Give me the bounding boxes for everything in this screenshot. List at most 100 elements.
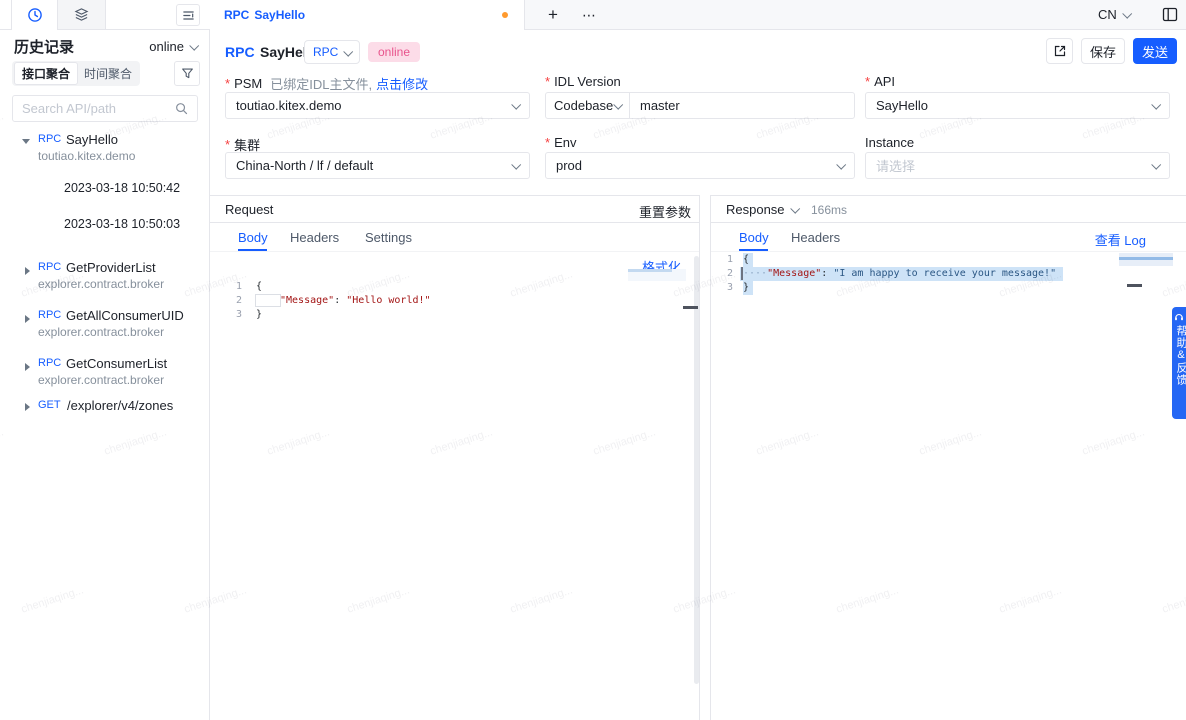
chevron-down-icon xyxy=(511,160,521,170)
tab-request-settings[interactable]: Settings xyxy=(365,230,412,245)
code-line[interactable]: ····"Message": "I am happy to receive yo… xyxy=(743,267,1056,281)
open-tab-rpc-sayhello[interactable]: RPC SayHello xyxy=(210,0,525,30)
item-name: GetConsumerList xyxy=(66,356,167,371)
send-button[interactable]: 发送 xyxy=(1133,38,1177,64)
segment-group-by-api[interactable]: 接口聚合 xyxy=(14,62,78,85)
split-layout-icon xyxy=(1162,7,1178,22)
active-tab-underline xyxy=(739,249,768,251)
editor-minimap[interactable] xyxy=(1119,253,1173,266)
api-select[interactable]: SayHello xyxy=(865,92,1170,119)
cluster-select[interactable]: China-North / lf / default xyxy=(225,152,530,179)
item-name: GetAllConsumerUID xyxy=(66,308,184,323)
request-type-select[interactable]: RPC xyxy=(304,40,360,64)
item-method: RPC xyxy=(38,261,61,273)
history-entry[interactable]: 2023-03-18 10:50:42 xyxy=(64,181,180,195)
env-select[interactable]: prod xyxy=(545,152,855,179)
env-value: prod xyxy=(556,158,831,173)
line-number: 2 xyxy=(210,294,242,308)
line-number: 3 xyxy=(711,281,733,295)
json-key: "Message" xyxy=(767,268,821,279)
search-input[interactable]: Search API/path xyxy=(12,95,198,122)
debug-share-button[interactable] xyxy=(1046,38,1073,64)
chevron-down-icon xyxy=(343,46,353,56)
line-number: 3 xyxy=(210,308,242,322)
filter-button[interactable] xyxy=(174,61,200,86)
required-mark: * xyxy=(545,74,550,89)
response-title-select[interactable]: Response xyxy=(726,202,798,217)
item-method: RPC xyxy=(38,133,61,145)
save-button[interactable]: 保存 xyxy=(1081,38,1125,64)
caret-right-icon[interactable] xyxy=(25,315,30,323)
list-item-zones[interactable]: GET /explorer/v4/zones xyxy=(0,398,210,416)
idl-version-label: IDL Version xyxy=(554,74,621,89)
layers-stack-icon xyxy=(74,7,89,22)
required-mark: * xyxy=(225,76,230,91)
tab-request-body[interactable]: Body xyxy=(238,230,268,245)
env-filter-select[interactable]: online xyxy=(149,39,197,54)
language-select[interactable]: CN xyxy=(1098,0,1130,29)
active-tab-underline xyxy=(238,249,267,251)
api-value: SayHello xyxy=(876,98,1146,113)
psm-label: PSM xyxy=(234,76,262,91)
editor-minimap[interactable] xyxy=(628,269,686,281)
caret-down-icon[interactable] xyxy=(22,139,30,144)
cluster-value: China-North / lf / default xyxy=(236,158,506,173)
caret-right-icon[interactable] xyxy=(25,267,30,275)
sidebar: 历史记录 online 接口聚合 时间聚合 Search API/path RP… xyxy=(0,30,210,720)
psm-edit-link[interactable]: 点击修改 xyxy=(376,74,428,93)
tab-method-label: RPC xyxy=(224,8,249,22)
idl-source-select[interactable]: Codebase xyxy=(546,93,630,118)
code-line[interactable]: { xyxy=(743,253,749,267)
line-number: 1 xyxy=(210,280,242,294)
tab-history[interactable] xyxy=(12,0,58,30)
code-line[interactable]: } xyxy=(743,281,749,295)
item-name: SayHello xyxy=(66,132,118,147)
group-mode-segmented: 接口聚合 时间聚合 xyxy=(12,61,140,86)
segment-group-by-time[interactable]: 时间聚合 xyxy=(78,63,138,84)
search-icon xyxy=(175,102,188,115)
code-line[interactable]: } xyxy=(256,308,262,322)
request-tabs: Body Headers Settings xyxy=(210,223,699,252)
history-entry[interactable]: 2023-03-18 10:50:03 xyxy=(64,217,180,231)
psm-value: toutiao.kitex.demo xyxy=(236,98,506,113)
idl-version-input[interactable]: Codebase master xyxy=(545,92,855,119)
reset-params-button[interactable]: 重置参数 xyxy=(639,202,691,221)
request-header: Request 重置参数 xyxy=(210,196,699,223)
code-line[interactable]: { xyxy=(256,280,262,294)
tab-response-headers[interactable]: Headers xyxy=(791,230,840,245)
editor-scrollbar[interactable] xyxy=(694,256,699,684)
add-tab-button[interactable]: + xyxy=(542,4,564,26)
help-feedback-tab[interactable]: 帮助&反馈 xyxy=(1172,307,1186,419)
request-method-label: RPC xyxy=(225,44,255,60)
overview-ruler-mark xyxy=(1127,284,1142,287)
response-title: Response xyxy=(726,202,785,217)
idl-label-row: * IDL Version xyxy=(545,74,621,89)
tab-collections[interactable] xyxy=(58,0,106,29)
collapsed-strip xyxy=(0,0,12,29)
idl-branch-value: master xyxy=(630,98,680,113)
item-psm: explorer.contract.broker xyxy=(38,325,164,339)
psm-select[interactable]: toutiao.kitex.demo xyxy=(225,92,530,119)
list-item-getproviderlist[interactable]: RPC GetProviderList explorer.contract.br… xyxy=(0,258,210,294)
caret-right-icon[interactable] xyxy=(25,363,30,371)
caret-right-icon[interactable] xyxy=(25,403,30,411)
psm-note: 已绑定IDL主文件, xyxy=(270,74,372,93)
list-item-getconsumerlist[interactable]: RPC GetConsumerList explorer.contract.br… xyxy=(0,354,210,390)
code-line[interactable]: "Message": "Hello world!" xyxy=(280,294,431,308)
chevron-down-icon xyxy=(613,100,623,110)
env-label-row: * Env xyxy=(545,135,576,150)
collapse-list-button[interactable] xyxy=(176,4,200,26)
layout-panel-button[interactable] xyxy=(1162,7,1178,22)
json-colon: : xyxy=(821,268,833,279)
tab-request-headers[interactable]: Headers xyxy=(290,230,339,245)
view-log-link[interactable]: 查看 Log xyxy=(1095,230,1146,249)
tab-response-body[interactable]: Body xyxy=(739,230,769,245)
more-tabs-button[interactable]: ⋯ xyxy=(578,4,600,26)
response-time: 166ms xyxy=(811,203,847,217)
status-badge: online xyxy=(368,42,420,62)
instance-select[interactable]: 请选择 xyxy=(865,152,1170,179)
app-root: RPC SayHello + ⋯ CN 历史记录 online 接口聚合 时间聚… xyxy=(0,0,1186,720)
list-item-sayhello[interactable]: RPC SayHello toutiao.kitex.demo xyxy=(0,130,210,166)
list-item-getallconsumeruid[interactable]: RPC GetAllConsumerUID explorer.contract.… xyxy=(0,306,210,342)
item-method: RPC xyxy=(38,309,61,321)
